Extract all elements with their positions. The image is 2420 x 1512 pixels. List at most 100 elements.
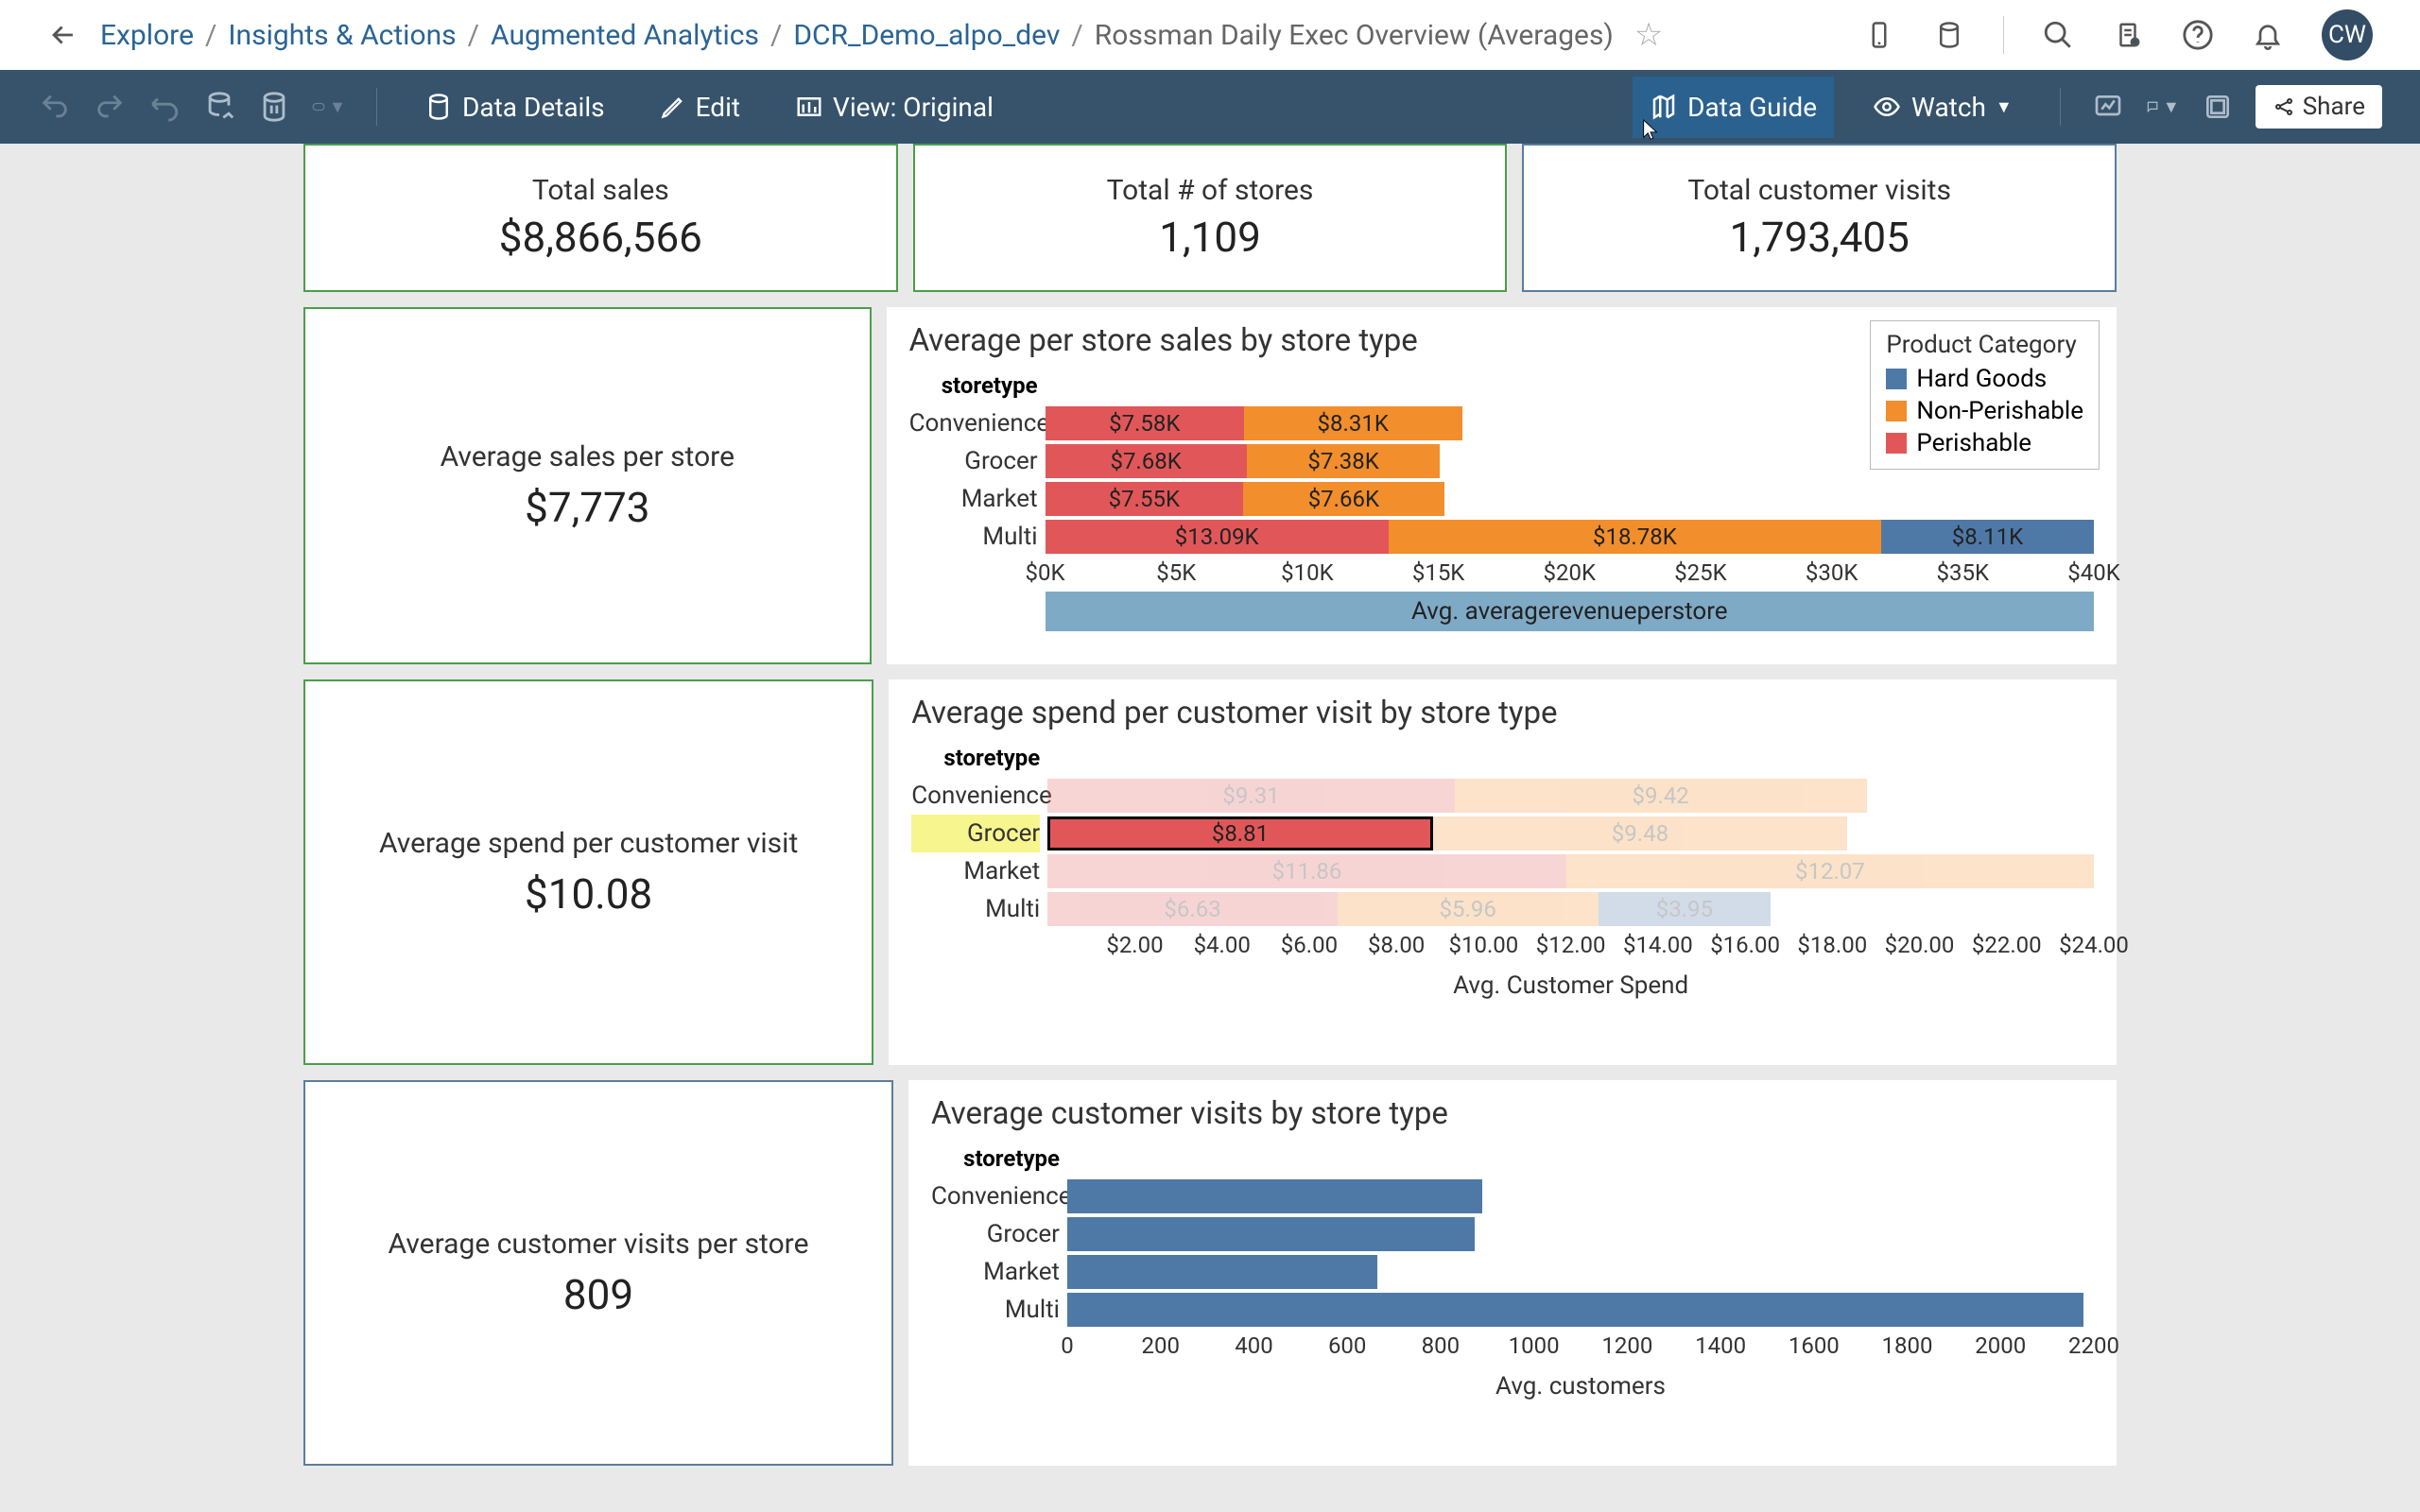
redo-icon[interactable] <box>93 90 127 124</box>
chart-avg-per-store-sales[interactable]: Average per store sales by store type Pr… <box>887 307 2117 664</box>
bar-row[interactable]: $7.68K$7.38K <box>1046 442 2094 480</box>
bar-segment[interactable] <box>1067 1179 1482 1213</box>
kpi-title: Average customer visits per store <box>389 1228 809 1261</box>
back-arrow-icon[interactable] <box>47 19 79 51</box>
kpi-value: $10.08 <box>525 869 652 919</box>
category-label: Convenience <box>931 1177 1060 1215</box>
clipboard-icon[interactable] <box>2112 19 2144 51</box>
bar-row[interactable]: $8.81$9.48 <box>1047 815 2094 852</box>
kpi-card-avg-sales-per-store[interactable]: Average sales per store $7,773 <box>303 307 872 664</box>
bar-row[interactable] <box>1067 1215 2094 1253</box>
kpi-card-avg-spend-per-visit[interactable]: Average spend per customer visit $10.08 <box>303 679 873 1065</box>
bar-segment[interactable] <box>1067 1255 1377 1289</box>
bar-segment[interactable]: $3.95 <box>1599 892 1772 926</box>
bar-segment[interactable]: $11.86 <box>1047 854 1566 888</box>
pause-data-icon[interactable] <box>257 90 291 124</box>
bar-row[interactable] <box>1067 1177 2094 1215</box>
bar-segment[interactable]: $18.78K <box>1389 520 1881 554</box>
kpi-card-avg-visits-per-store[interactable]: Average customer visits per store 809 <box>303 1080 893 1466</box>
chart-title: Average customer visits by store type <box>931 1095 2094 1132</box>
category-label: Market <box>911 852 1040 890</box>
bar-segment[interactable] <box>1067 1217 1475 1251</box>
bar-segment[interactable]: $13.09K <box>1046 520 1389 554</box>
bar-segment[interactable]: $8.81 <box>1047 816 1432 850</box>
category-label: Convenience <box>911 777 1040 815</box>
kpi-value: 1,793,405 <box>1729 213 1909 262</box>
undo-icon[interactable] <box>38 90 72 124</box>
bar-row[interactable]: $11.86$12.07 <box>1047 852 2094 890</box>
help-icon[interactable] <box>2182 19 2214 51</box>
x-axis-label: Avg. customers <box>1067 1365 2094 1408</box>
dashboard: Total sales $8,866,566 Total # of stores… <box>303 144 2117 1481</box>
bar-row[interactable]: $9.31$9.42 <box>1047 777 2094 815</box>
favorite-star-icon[interactable]: ☆ <box>1634 16 1663 54</box>
kpi-title: Average spend per customer visit <box>379 827 798 860</box>
avatar[interactable]: CW <box>2322 9 2373 60</box>
bar-segment[interactable]: $12.07 <box>1566 854 2094 888</box>
bar-row[interactable] <box>1067 1291 2094 1329</box>
breadcrumb-link[interactable]: DCR_Demo_alpo_dev <box>793 19 1060 52</box>
header: Explore / Insights & Actions / Augmented… <box>0 0 2420 70</box>
bar-segment[interactable]: $9.42 <box>1455 779 1867 813</box>
category-label: Grocer <box>931 1215 1060 1253</box>
kpi-card-total-stores[interactable]: Total # of stores 1,109 <box>913 144 1508 292</box>
category-label: Multi <box>931 1291 1060 1329</box>
chevron-down-icon: ▼ <box>1996 97 2013 117</box>
bar-segment[interactable]: $7.66K <box>1243 482 1444 516</box>
kpi-row: Total sales $8,866,566 Total # of stores… <box>303 144 2117 292</box>
bar-segment[interactable]: $7.68K <box>1046 444 1247 478</box>
category-label: Multi <box>911 890 1040 928</box>
download-icon[interactable] <box>2201 90 2235 124</box>
bar-row[interactable] <box>1067 1253 2094 1291</box>
bar-segment[interactable]: $7.55K <box>1046 482 1244 516</box>
chart-avg-customer-visits[interactable]: Average customer visits by store type st… <box>908 1080 2117 1466</box>
revert-icon[interactable] <box>147 90 182 124</box>
category-label: Convenience <box>909 404 1038 442</box>
bar-segment[interactable]: $8.31K <box>1244 406 1462 440</box>
kpi-card-total-visits[interactable]: Total customer visits 1,793,405 <box>1522 144 2117 292</box>
bar-segment[interactable]: $7.58K <box>1046 406 1244 440</box>
custom-views-icon[interactable]: ▼ <box>312 90 346 124</box>
bar-segment[interactable]: $7.38K <box>1247 444 1441 478</box>
toolbar: ▼ Data Details Edit View: Original Data … <box>0 70 2420 144</box>
category-label: Market <box>931 1253 1060 1291</box>
kpi-value: 1,109 <box>1159 213 1261 262</box>
breadcrumb-link[interactable]: Insights & Actions <box>228 19 456 52</box>
bar-segment[interactable]: $6.63 <box>1047 892 1338 926</box>
search-icon[interactable] <box>2042 19 2074 51</box>
share-button[interactable]: Share <box>2256 85 2382 129</box>
kpi-title: Total # of stores <box>1107 174 1314 207</box>
chart-body: storetypeConvenienceGrocerMarketMulti 02… <box>931 1145 2094 1408</box>
bar-segment[interactable]: $8.11K <box>1881 520 2094 554</box>
edit-button[interactable]: Edit <box>643 77 757 138</box>
device-phone-icon[interactable] <box>1863 19 1895 51</box>
watch-button[interactable]: Watch ▼ <box>1855 77 2030 138</box>
data-guide-button[interactable]: Data Guide <box>1633 77 1834 138</box>
comments-icon[interactable]: ▼ <box>2146 90 2180 124</box>
category-label: Market <box>909 480 1038 518</box>
breadcrumb-link[interactable]: Explore <box>100 19 194 52</box>
data-details-button[interactable]: Data Details <box>407 77 622 138</box>
bar-segment[interactable]: $9.48 <box>1433 816 1847 850</box>
bar-row[interactable]: $13.09K$18.78K$8.11K <box>1046 518 2094 556</box>
kpi-title: Total customer visits <box>1687 174 1951 207</box>
x-axis-label: Avg. Customer Spend <box>1047 964 2094 1007</box>
refresh-data-icon[interactable] <box>202 90 236 124</box>
kpi-card-total-sales[interactable]: Total sales $8,866,566 <box>303 144 898 292</box>
breadcrumb-current: Rossman Daily Exec Overview (Averages) <box>1095 19 1614 52</box>
kpi-value: $8,866,566 <box>499 213 702 262</box>
view-button[interactable]: View: Original <box>778 77 1011 138</box>
x-axis-label: Avg. averagerevenueperstore <box>1046 592 2094 631</box>
bar-row[interactable]: $7.58K$8.31K <box>1046 404 2094 442</box>
bar-segment[interactable]: $9.31 <box>1047 779 1455 813</box>
database-icon[interactable] <box>1933 19 1965 51</box>
bar-segment[interactable]: $5.96 <box>1338 892 1599 926</box>
breadcrumb-link[interactable]: Augmented Analytics <box>491 19 759 52</box>
metrics-icon[interactable] <box>2091 90 2125 124</box>
bar-row[interactable]: $6.63$5.96$3.95 <box>1047 890 2094 928</box>
bar-segment[interactable] <box>1067 1293 2083 1327</box>
chart-avg-spend-per-visit[interactable]: Average spend per customer visit by stor… <box>889 679 2117 1065</box>
kpi-value: $7,773 <box>525 483 649 532</box>
notifications-icon[interactable] <box>2252 19 2284 51</box>
bar-row[interactable]: $7.55K$7.66K <box>1046 480 2094 518</box>
